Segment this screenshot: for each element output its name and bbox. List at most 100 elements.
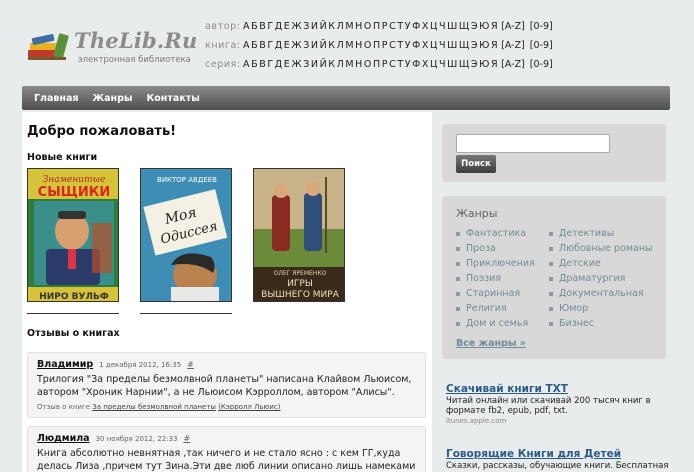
genre-label[interactable]: Бизнес [559,318,594,329]
alphabet-latin-link[interactable]: [A-Z] [501,40,525,51]
genre-item[interactable]: Детские [549,256,653,271]
alphabet-letter-link[interactable]: В [259,59,266,70]
alphabet-letter-link[interactable]: М [345,40,353,51]
genre-item[interactable]: Старинная [456,286,535,301]
alphabet-letter-link[interactable]: Ж [291,21,301,32]
genre-item[interactable]: Бизнес [549,316,653,331]
genre-item[interactable]: Проза [456,241,535,256]
alphabet-letter-link[interactable]: Е [284,21,290,32]
genre-label[interactable]: Документальная [559,288,644,299]
alphabet-letter-link[interactable]: Ж [291,59,301,70]
alphabet-letter-link[interactable]: Т [397,59,403,70]
alphabet-letter-link[interactable]: Ц [430,21,437,32]
alphabet-letter-link[interactable]: О [364,40,371,51]
alphabet-letter-link[interactable]: Ф [412,21,420,32]
alphabet-letter-link[interactable]: Щ [459,59,469,70]
alphabet-letter-link[interactable]: Ч [439,40,446,51]
alphabet-letter-link[interactable]: Р [382,59,388,70]
alphabet-letter-link[interactable]: Ш [447,40,457,51]
all-genres-link[interactable]: Все жанры » [456,338,526,349]
book-cover-1[interactable]: Знаменитые СЫЩИКИ НИРО ВУЛЬФ [27,168,119,302]
genre-label[interactable]: Религия [466,303,507,314]
alphabet-letter-link[interactable]: П [373,21,380,32]
nav-item-home[interactable]: Главная [34,93,79,104]
alphabet-letter-link[interactable]: Я [491,59,498,70]
search-input[interactable] [456,134,610,153]
ad-url[interactable]: itunes.apple.com [446,417,676,425]
ad-title-link[interactable]: Скачивай книги ТХТ [446,383,676,395]
alphabet-letter-link[interactable]: Н [355,21,362,32]
alphabet-letter-link[interactable]: Е [284,40,290,51]
alphabet-letter-link[interactable]: Г [267,40,273,51]
alphabet-letter-link[interactable]: И [311,40,318,51]
alphabet-latin-link[interactable]: [A-Z] [501,21,525,32]
alphabet-letter-link[interactable]: Ю [479,21,489,32]
alphabet-letter-link[interactable]: Ш [447,21,457,32]
review-book-link[interactable]: За пределы безмолвной планеты [92,403,216,411]
alphabet-letter-link[interactable]: Э [471,21,478,32]
alphabet-letter-link[interactable]: Ю [479,59,489,70]
alphabet-letter-link[interactable]: Й [320,21,327,32]
alphabet-letter-link[interactable]: Ж [291,40,301,51]
alphabet-letter-link[interactable]: Ю [479,40,489,51]
genre-label[interactable]: Юмор [559,303,588,314]
genre-item[interactable]: Юмор [549,301,653,316]
alphabet-letter-link[interactable]: Ц [430,59,437,70]
review-permalink[interactable]: # [183,434,190,443]
alphabet-letter-link[interactable]: Я [491,21,498,32]
alphabet-letter-link[interactable]: З [303,59,309,70]
nav-item-genres[interactable]: Жанры [93,93,133,104]
alphabet-letter-link[interactable]: У [405,21,411,32]
alphabet-letter-link[interactable]: Й [320,59,327,70]
alphabet-letter-link[interactable]: Б [251,59,258,70]
alphabet-letter-link[interactable]: Д [275,40,282,51]
genre-label[interactable]: Поэзия [466,273,501,284]
alphabet-letter-link[interactable]: Я [491,40,498,51]
genre-item[interactable]: Религия [456,301,535,316]
alphabet-letter-link[interactable]: П [373,59,380,70]
alphabet-letter-link[interactable]: А [243,40,250,51]
alphabet-letter-link[interactable]: Л [337,40,344,51]
alphabet-letter-link[interactable]: К [328,21,335,32]
alphabet-letter-link[interactable]: М [345,21,353,32]
alphabet-letter-link[interactable]: Н [355,40,362,51]
alphabet-letter-link[interactable]: Ф [412,40,420,51]
genre-label[interactable]: Драматургия [559,273,625,284]
alphabet-letter-link[interactable]: А [243,21,250,32]
alphabet-letter-link[interactable]: И [311,21,318,32]
alphabet-letter-link[interactable]: П [373,40,380,51]
genre-item[interactable]: Приключения [456,256,535,271]
alphabet-letter-link[interactable]: З [303,21,309,32]
book-cover-3[interactable]: ОЛЕГ ЯРЕМЕНКО ИГРЫ ВЫШНЕГО МИРА [253,168,345,302]
ad-title-link[interactable]: Говорящие Книги для Детей [446,448,676,460]
alphabet-letter-link[interactable]: Э [471,40,478,51]
alphabet-digits-link[interactable]: [0-9] [530,21,553,32]
alphabet-letter-link[interactable]: И [311,59,318,70]
genre-item[interactable]: Детективы [549,226,653,241]
alphabet-letter-link[interactable]: Х [422,59,429,70]
review-author-link[interactable]: Владимир [37,359,93,370]
genre-label[interactable]: Фантастика [466,228,526,239]
alphabet-digits-link[interactable]: [0-9] [530,59,553,70]
alphabet-letter-link[interactable]: Щ [459,21,469,32]
genre-item[interactable]: Любовные романы [549,241,653,256]
alphabet-letter-link[interactable]: Щ [459,40,469,51]
alphabet-letter-link[interactable]: О [364,21,371,32]
genre-item[interactable]: Дом и семья [456,316,535,331]
alphabet-letter-link[interactable]: Ф [412,59,420,70]
genre-item[interactable]: Фантастика [456,226,535,241]
alphabet-letter-link[interactable]: Х [422,21,429,32]
alphabet-letter-link[interactable]: Й [320,40,327,51]
genre-label[interactable]: Детективы [559,228,614,239]
alphabet-letter-link[interactable]: Р [382,21,388,32]
genre-label[interactable]: Детские [559,258,601,269]
genre-item[interactable]: Документальная [549,286,653,301]
alphabet-letter-link[interactable]: Д [275,59,282,70]
alphabet-letter-link[interactable]: К [328,40,335,51]
alphabet-letter-link[interactable]: Ч [439,21,446,32]
alphabet-letter-link[interactable]: Б [251,21,258,32]
alphabet-letter-link[interactable]: О [364,59,371,70]
alphabet-letter-link[interactable]: Д [275,21,282,32]
alphabet-letter-link[interactable]: Ч [439,59,446,70]
alphabet-letter-link[interactable]: У [405,40,411,51]
